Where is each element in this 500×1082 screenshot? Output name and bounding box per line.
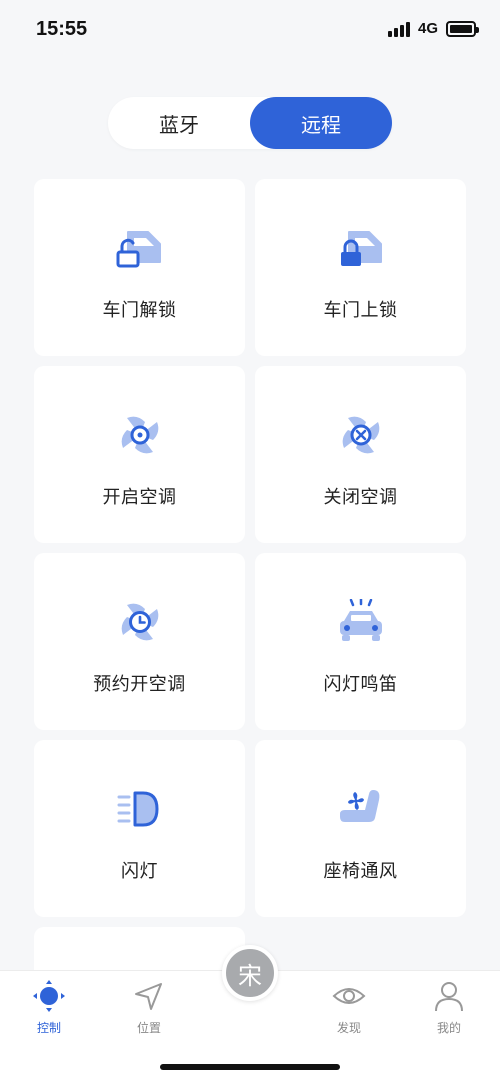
tab-discover[interactable]: 发现 bbox=[314, 979, 384, 1036]
headlight-icon bbox=[110, 779, 170, 839]
status-bar: 15:55 4G bbox=[0, 0, 500, 60]
door-lock-icon bbox=[331, 218, 391, 278]
door-unlock-button[interactable]: 车门解锁 bbox=[34, 179, 245, 356]
seat-ventilation-icon bbox=[331, 779, 391, 839]
door-lock-button[interactable]: 车门上锁 bbox=[255, 179, 466, 356]
ac-schedule-icon bbox=[110, 592, 170, 652]
status-indicators: 4G bbox=[387, 20, 479, 37]
mode-remote-button[interactable]: 远程 bbox=[250, 97, 392, 149]
control-label: 关闭空调 bbox=[323, 486, 398, 508]
tab-label: 我的 bbox=[436, 1021, 461, 1035]
control-label: 闪灯 bbox=[121, 860, 158, 882]
signal-icon bbox=[387, 21, 410, 37]
tab-label: 发现 bbox=[336, 1021, 361, 1035]
tab-label: 控制 bbox=[36, 1021, 61, 1035]
control-dpad-icon bbox=[33, 980, 65, 1012]
control-label: 闪灯鸣笛 bbox=[323, 673, 398, 695]
mode-switch: 蓝牙 远程 bbox=[108, 97, 392, 149]
ac-schedule-button[interactable]: 预约开空调 bbox=[34, 553, 245, 730]
tab-location[interactable]: 位置 bbox=[114, 979, 184, 1036]
control-label: 座椅通风 bbox=[323, 860, 398, 882]
location-arrow-icon bbox=[135, 983, 162, 1010]
mode-bluetooth-button[interactable]: 蓝牙 bbox=[108, 97, 250, 149]
tab-label: 位置 bbox=[136, 1021, 161, 1035]
control-label: 车门解锁 bbox=[102, 299, 177, 321]
ac-off-button[interactable]: 关闭空调 bbox=[255, 366, 466, 543]
home-indicator[interactable] bbox=[160, 1064, 340, 1070]
profile-icon bbox=[435, 982, 463, 1012]
control-grid: 车门解锁 车门上锁 开启空调 关闭空调 预约开空调 闪灯鸣笛 闪灯 座椅通风 bbox=[34, 179, 466, 987]
network-type: 4G bbox=[417, 20, 438, 37]
eye-icon bbox=[332, 988, 366, 1004]
seat-ventilation-button[interactable]: 座椅通风 bbox=[255, 740, 466, 917]
brand-emblem-button[interactable]: 宋 bbox=[222, 945, 278, 1001]
status-time: 15:55 bbox=[36, 18, 88, 40]
control-label: 预约开空调 bbox=[93, 673, 186, 695]
battery-icon bbox=[446, 20, 479, 37]
door-unlock-icon bbox=[110, 218, 170, 278]
flash-lights-button[interactable]: 闪灯 bbox=[34, 740, 245, 917]
tab-control[interactable]: 控制 bbox=[14, 979, 84, 1036]
control-label: 开启空调 bbox=[102, 486, 177, 508]
ac-off-icon bbox=[331, 405, 391, 465]
ac-on-button[interactable]: 开启空调 bbox=[34, 366, 245, 543]
control-label: 车门上锁 bbox=[323, 299, 398, 321]
brand-emblem-icon: 宋 bbox=[238, 961, 262, 990]
car-flash-horn-icon bbox=[331, 592, 391, 652]
tab-profile[interactable]: 我的 bbox=[414, 979, 484, 1036]
ac-on-icon bbox=[110, 405, 170, 465]
flash-horn-button[interactable]: 闪灯鸣笛 bbox=[255, 553, 466, 730]
